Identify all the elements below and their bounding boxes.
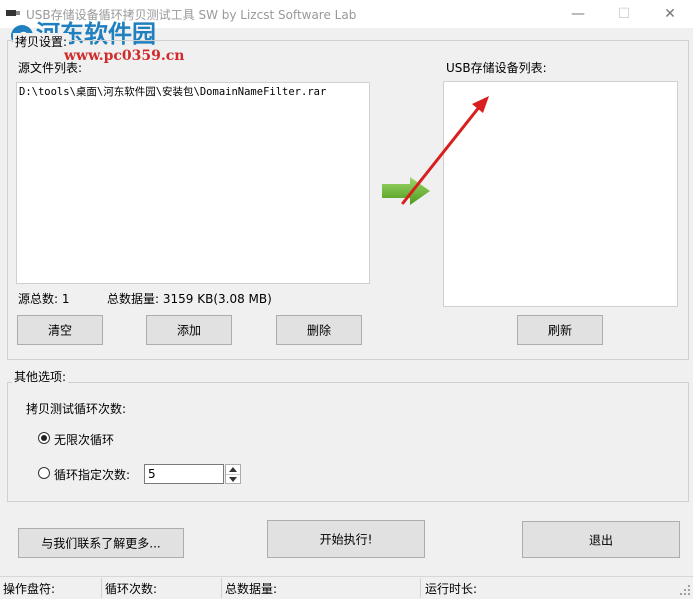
usb-list-label: USB存储设备列表: xyxy=(446,61,547,75)
spin-down-icon[interactable] xyxy=(229,477,237,482)
exit-button[interactable]: 退出 xyxy=(522,521,680,558)
loop-count-spinner[interactable] xyxy=(225,464,241,484)
start-button-label: 开始执行! xyxy=(319,532,373,547)
delete-button-label: 删除 xyxy=(306,323,331,338)
exit-button-label: 退出 xyxy=(588,533,613,547)
source-count: 源总数: 1 xyxy=(18,292,70,306)
source-file-list[interactable]: D:\tools\桌面\河东软件园\安装包\DomainNameFilter.r… xyxy=(16,82,370,284)
refresh-button-label: 刷新 xyxy=(547,323,572,338)
delete-button[interactable]: 删除 xyxy=(276,315,362,345)
status-bar xyxy=(0,576,693,599)
other-options-label: 其他选项: xyxy=(12,368,69,385)
maximize-button[interactable]: ☐ xyxy=(601,0,647,28)
status-loop-count: 循环次数: xyxy=(105,582,158,596)
status-divider xyxy=(420,578,421,598)
minimize-button[interactable]: — xyxy=(555,0,601,28)
copy-settings-label: 拷贝设置: xyxy=(13,33,70,50)
spin-up-icon[interactable] xyxy=(229,467,237,472)
clear-button-label: 清空 xyxy=(47,323,72,338)
close-button[interactable]: ✕ xyxy=(647,0,693,28)
add-button-label: 添加 xyxy=(176,323,201,338)
status-total-data: 总数据量: xyxy=(225,582,278,596)
refresh-button[interactable]: 刷新 xyxy=(517,315,603,345)
status-operation-disk: 操作盘符: xyxy=(3,582,56,596)
contact-button-label: 与我们联系了解更多... xyxy=(41,536,161,551)
unlimited-loop-radio[interactable] xyxy=(38,432,50,444)
specified-loop-radio[interactable] xyxy=(38,467,50,479)
status-divider xyxy=(221,578,222,598)
clear-button[interactable]: 清空 xyxy=(17,315,103,345)
start-button[interactable]: 开始执行! xyxy=(267,520,425,558)
add-button[interactable]: 添加 xyxy=(146,315,232,345)
status-divider xyxy=(101,578,102,598)
specified-loop-label[interactable]: 循环指定次数: xyxy=(54,466,130,483)
loop-count-input[interactable] xyxy=(144,464,224,484)
source-list-label: 源文件列表: xyxy=(18,61,83,75)
app-icon xyxy=(6,10,20,16)
list-item[interactable]: D:\tools\桌面\河东软件园\安装包\DomainNameFilter.r… xyxy=(19,84,326,99)
status-run-time: 运行时长: xyxy=(425,582,478,596)
loop-count-label: 拷贝测试循环次数: xyxy=(26,402,127,416)
total-size: 总数据量: 3159 KB(3.08 MB) xyxy=(107,292,272,306)
annotation-arrow-icon xyxy=(401,96,489,205)
radio-selected-dot xyxy=(41,435,47,441)
resize-grip-icon[interactable] xyxy=(680,585,691,596)
unlimited-loop-label[interactable]: 无限次循环 xyxy=(54,431,114,448)
contact-button[interactable]: 与我们联系了解更多... xyxy=(18,528,184,558)
spinner-divider xyxy=(226,474,240,475)
